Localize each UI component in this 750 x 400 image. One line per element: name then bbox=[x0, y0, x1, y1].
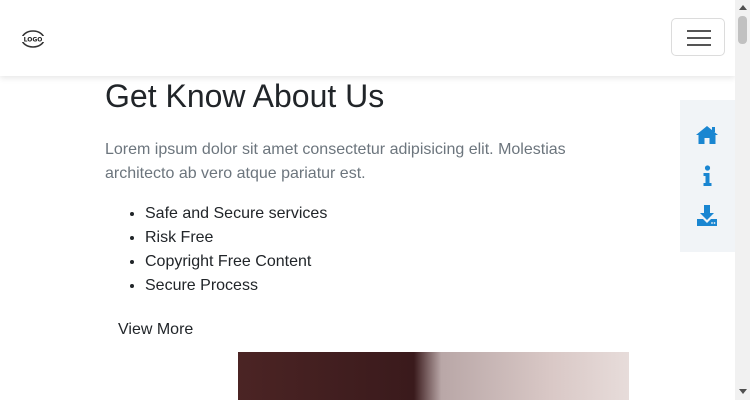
scroll-thumb[interactable] bbox=[738, 16, 747, 44]
list-item: Secure Process bbox=[145, 274, 327, 298]
logo[interactable]: LOGO bbox=[20, 28, 46, 50]
page-title: Get Know About Us bbox=[105, 78, 385, 114]
page-scrollbar[interactable] bbox=[735, 0, 750, 400]
features-list: Safe and Secure services Risk Free Copyr… bbox=[105, 202, 327, 298]
menu-toggle-button[interactable] bbox=[671, 18, 725, 56]
download-icon[interactable] bbox=[695, 204, 719, 228]
scroll-down-arrow[interactable] bbox=[739, 389, 747, 394]
list-item: Risk Free bbox=[145, 226, 327, 250]
list-item: Safe and Secure services bbox=[145, 202, 327, 226]
home-icon[interactable] bbox=[695, 124, 719, 148]
info-icon[interactable] bbox=[695, 164, 719, 188]
hamburger-icon bbox=[687, 30, 711, 32]
list-item: Copyright Free Content bbox=[145, 250, 327, 274]
navbar: LOGO bbox=[0, 0, 735, 76]
about-description: Lorem ipsum dolor sit amet consectetur a… bbox=[105, 141, 566, 182]
scroll-up-arrow[interactable] bbox=[739, 5, 747, 10]
view-more-button[interactable]: View More bbox=[118, 321, 193, 339]
side-dock bbox=[680, 100, 735, 252]
svg-text:LOGO: LOGO bbox=[24, 37, 43, 44]
about-image bbox=[238, 352, 629, 400]
